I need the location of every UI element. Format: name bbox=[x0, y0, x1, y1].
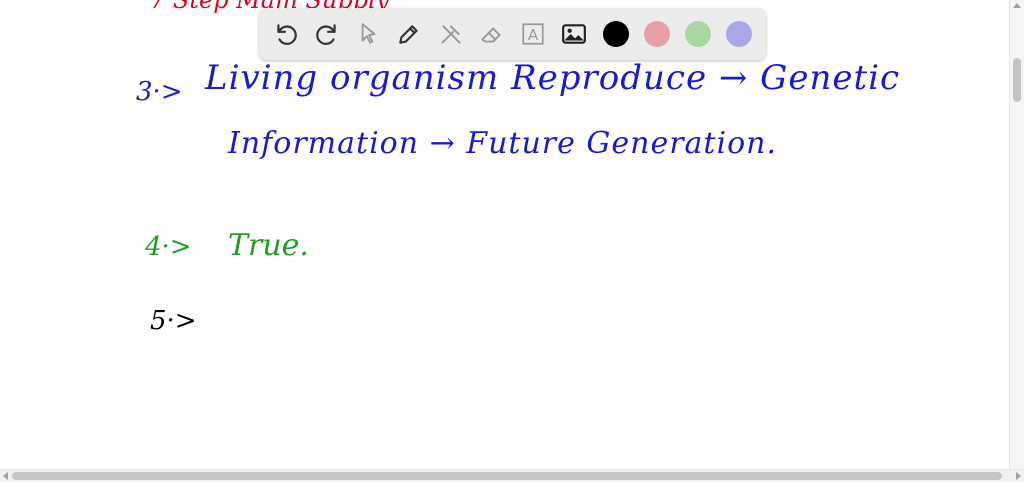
image-tool[interactable] bbox=[558, 18, 590, 50]
note-number-3: 3·> bbox=[136, 77, 183, 107]
horizontal-scroll-thumb[interactable] bbox=[12, 472, 1002, 480]
image-icon bbox=[562, 24, 587, 44]
undo-button[interactable] bbox=[270, 18, 302, 50]
tools-icon bbox=[440, 25, 461, 44]
color-swatch bbox=[602, 21, 629, 47]
note-number-5: 5·> bbox=[150, 306, 197, 336]
color-swatch bbox=[685, 21, 712, 47]
drawing-toolbar: A bbox=[259, 8, 766, 60]
note-line-3: Living organism Reproduce → Genetic bbox=[205, 58, 901, 98]
select-icon bbox=[361, 23, 376, 44]
color-green-button[interactable] bbox=[682, 18, 714, 50]
scroll-up-icon[interactable] bbox=[1013, 3, 1021, 8]
eraser-tool[interactable] bbox=[476, 18, 508, 50]
vertical-scroll-thumb[interactable] bbox=[1013, 58, 1021, 102]
note-number-4: 4·> bbox=[145, 232, 192, 262]
whiteboard-canvas[interactable]: 7 Step Mam Supply 3·> Living organism Re… bbox=[0, 0, 1010, 470]
redo-button[interactable] bbox=[311, 18, 343, 50]
undo-icon bbox=[276, 24, 297, 45]
note-line-3-continued: Information → Future Generation. bbox=[228, 126, 777, 161]
color-blue-button[interactable] bbox=[723, 18, 755, 50]
color-red-button[interactable] bbox=[641, 18, 673, 50]
vertical-scrollbar[interactable] bbox=[1009, 0, 1024, 470]
eraser-icon bbox=[481, 27, 501, 43]
tools-button[interactable] bbox=[435, 18, 467, 50]
note-line-4: True. bbox=[228, 228, 309, 263]
text-tool[interactable]: A bbox=[517, 18, 549, 50]
color-swatch bbox=[643, 21, 670, 47]
redo-icon bbox=[316, 24, 336, 45]
select-tool[interactable] bbox=[352, 18, 384, 50]
scroll-left-icon[interactable] bbox=[3, 472, 8, 480]
pen-tool[interactable] bbox=[393, 18, 425, 50]
horizontal-scrollbar[interactable] bbox=[0, 469, 1024, 482]
svg-text:A: A bbox=[528, 26, 539, 44]
text-icon: A bbox=[522, 23, 544, 45]
pen-icon bbox=[399, 25, 419, 44]
color-black-button[interactable] bbox=[600, 18, 632, 50]
color-swatch bbox=[726, 21, 753, 47]
scroll-right-icon[interactable] bbox=[1016, 472, 1021, 480]
